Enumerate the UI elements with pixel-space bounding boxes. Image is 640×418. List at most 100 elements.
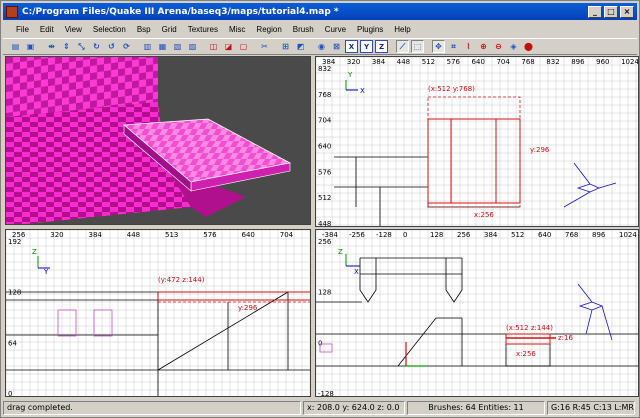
bottom_right-x-tick-label: -128 — [376, 231, 392, 239]
select-touching-icon[interactable]: ▦ — [156, 40, 169, 53]
rotate-z-icon[interactable]: ⟳ — [120, 40, 133, 53]
menu-bsp[interactable]: Bsp — [132, 25, 156, 34]
maximize-button[interactable]: □ — [604, 5, 618, 18]
patch-insert-icon[interactable]: ⊕ — [477, 40, 490, 53]
top_right-y-tick-label: 576 — [318, 168, 332, 176]
bottom_left-x-tick-label: 320 — [50, 231, 63, 239]
texture-lock-icon[interactable]: ◈ — [507, 40, 520, 53]
status-bar: drag completed. x: 208.0 y: 624.0 z: 0.0… — [3, 399, 637, 416]
bottom_left-x-tick-label: 640 — [242, 231, 255, 239]
yz-side-view[interactable]: 256 320 384 448 513 576 640 704 192 128 64 0 Z Y — [5, 229, 311, 397]
xy-axis-x-label: X — [360, 87, 365, 95]
flip-z-icon[interactable]: ⤡ — [75, 40, 88, 53]
x-axis-icon[interactable]: X — [345, 40, 358, 53]
xy-top-view[interactable]: 384 320 384 448 512 576 640 704 768 832 896 960 1024… — [315, 56, 639, 227]
xy-size-label-bottom: x:256 — [474, 211, 494, 219]
bottom_left-y-tick-label: 192 — [8, 238, 21, 246]
toolbar-separator — [135, 40, 139, 53]
menu-plugins[interactable]: Plugins — [352, 25, 388, 34]
xz-size-label-bottom: x:256 — [516, 350, 536, 358]
z-axis-icon[interactable]: Z — [375, 40, 388, 53]
yz-axis-z-label: Z — [32, 248, 37, 256]
bottom_left-x-tick-label: 576 — [203, 231, 217, 239]
drag-vertices-icon[interactable]: ⬚ — [411, 40, 424, 53]
camera-icon[interactable]: ◉ — [315, 40, 328, 53]
menu-grid[interactable]: Grid — [157, 25, 182, 34]
title-bar[interactable]: C:/Program Files/Quake III Arena/baseq3/… — [3, 3, 637, 20]
select-inside-icon[interactable]: ▨ — [186, 40, 199, 53]
open-icon[interactable]: ▤ — [9, 40, 22, 53]
menu-textures[interactable]: Textures — [183, 25, 223, 34]
top_right-x-tick-label: 576 — [447, 58, 461, 66]
change-views-icon[interactable]: ⊞ — [279, 40, 292, 53]
status-counts: Brushes: 64 Entities: 11 — [407, 400, 545, 415]
top_right-x-tick-label: 448 — [397, 58, 410, 66]
xy-size-label-top: (x:512 y:768) — [428, 85, 475, 93]
xz-size-label-top: (x:512 z:144) — [506, 324, 553, 332]
bottom_left-x-tick-label: 704 — [280, 231, 294, 239]
csg-subtract-icon[interactable]: ◫ — [207, 40, 220, 53]
top_right-x-tick-label: 384 — [372, 58, 386, 66]
patch-wireframe-icon[interactable]: ⌗ — [447, 40, 460, 53]
flip-y-icon[interactable]: ⇕ — [60, 40, 73, 53]
menu-help[interactable]: Help — [389, 25, 415, 34]
select-complete-tall-icon[interactable]: ▥ — [141, 40, 154, 53]
bottom_right-y-tick-label: 256 — [318, 238, 332, 246]
top_right-x-tick-label: 640 — [472, 58, 485, 66]
status-message: drag completed. — [3, 400, 301, 415]
scale-lock-icon[interactable]: ⬤ — [522, 40, 535, 53]
camera-render — [6, 57, 310, 224]
menu-selection[interactable]: Selection — [88, 25, 131, 34]
toolbar-separator — [273, 40, 277, 53]
yz-size-label-top: (y:472 z:144) — [158, 276, 205, 284]
clipper-icon[interactable]: ✂ — [258, 40, 271, 53]
patch-bend-icon[interactable]: ⌇ — [462, 40, 475, 53]
menu-curve[interactable]: Curve — [320, 25, 351, 34]
y-axis-icon[interactable]: Y — [360, 40, 373, 53]
top_right-y-tick-label: 640 — [318, 143, 331, 151]
menu-bar: File Edit View Selection Bsp Grid Textures Misc… — [3, 22, 637, 37]
rotate-x-icon[interactable]: ↻ — [90, 40, 103, 53]
drag-edges-icon[interactable]: ⟋ — [396, 40, 409, 53]
app-icon — [6, 5, 18, 18]
minimize-button[interactable]: _ — [588, 5, 602, 18]
csg-merge-icon[interactable]: ◪ — [222, 40, 235, 53]
bottom_right-x-tick-label: 1024 — [619, 231, 637, 239]
top_right-y-tick-label: 448 — [318, 220, 331, 227]
menu-file[interactable]: File — [11, 25, 34, 34]
bottom_left-y-tick-label: 64 — [8, 339, 17, 347]
xz-front-view[interactable]: -384 -256 -128 0 128 256 384 512 640 768 896 1024 25… — [315, 229, 639, 397]
rotate-y-icon[interactable]: ↺ — [105, 40, 118, 53]
bottom_right-x-tick-label: 896 — [592, 231, 606, 239]
bottom_right-x-tick-label: 640 — [538, 231, 551, 239]
top_right-x-tick-label: 896 — [571, 58, 585, 66]
select-partial-tall-icon[interactable]: ▧ — [171, 40, 184, 53]
cubic-clip-icon[interactable]: ◩ — [294, 40, 307, 53]
top_right-x-tick-label: 320 — [347, 58, 360, 66]
save-icon[interactable]: ▣ — [24, 40, 37, 53]
top_right-y-tick-label: 768 — [318, 91, 331, 99]
top_right-y-tick-label: 704 — [318, 117, 332, 125]
window-title: C:/Program Files/Quake III Arena/baseq3/… — [22, 6, 339, 17]
top_right-x-tick-label: 768 — [521, 58, 534, 66]
menu-region[interactable]: Region — [251, 25, 286, 34]
menu-edit[interactable]: Edit — [35, 25, 59, 34]
xz-size-label-right: z:16 — [558, 334, 573, 342]
menu-view[interactable]: View — [60, 25, 87, 34]
bottom_right-x-tick-label: 768 — [565, 231, 578, 239]
patch-delete-icon[interactable]: ⊖ — [492, 40, 505, 53]
top_right-x-tick-label: 704 — [496, 58, 510, 66]
flip-x-icon[interactable]: ⇹ — [45, 40, 58, 53]
show-patch-bounding-icon[interactable]: ✥ — [432, 40, 445, 53]
toolbar-separator — [426, 40, 430, 53]
entity-icon[interactable]: ⊠ — [330, 40, 343, 53]
menu-misc[interactable]: Misc — [224, 25, 250, 34]
bottom_right-x-tick-label: -256 — [349, 231, 365, 239]
bottom_right-x-tick-label: 512 — [511, 231, 524, 239]
camera-view[interactable] — [5, 56, 311, 225]
bottom_left-y-tick-label: 0 — [8, 390, 12, 397]
menu-brush[interactable]: Brush — [288, 25, 319, 34]
status-grid: G:16 R:45 C:13 L:MR — [547, 400, 635, 415]
close-button[interactable]: × — [620, 5, 634, 18]
hollow-icon[interactable]: ▢ — [237, 40, 250, 53]
